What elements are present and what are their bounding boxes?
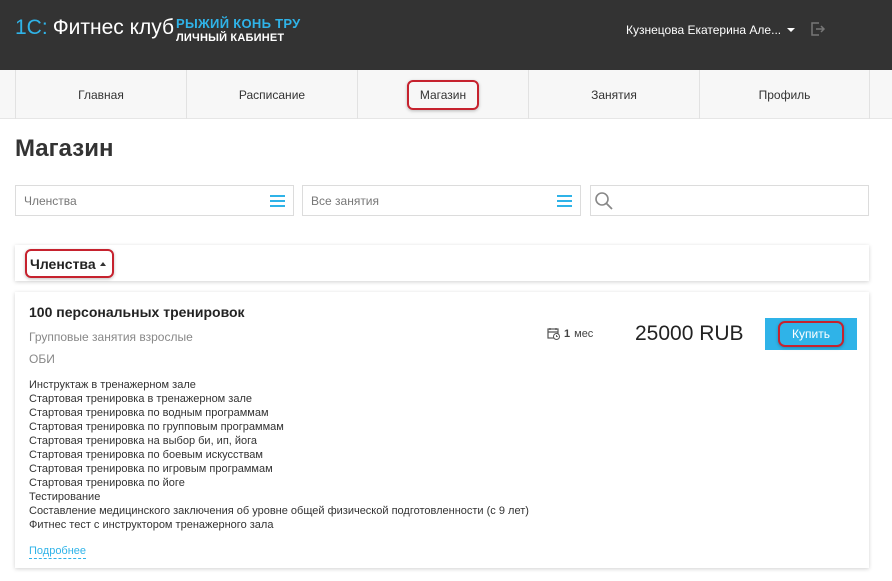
nav-item-schedule[interactable]: Расписание — [186, 70, 357, 119]
product-card: 100 персональных тренировок Групповые за… — [15, 292, 869, 568]
list-item: Стартовая тренировка в тренажерном зале — [29, 393, 253, 405]
club-block: РЫЖИЙ КОНЬ ТРУ ЛИЧНЫЙ КАБИНЕТ — [176, 16, 301, 46]
chevron-down-icon — [787, 28, 796, 32]
search-icon[interactable] — [594, 191, 614, 211]
nav-item-profile[interactable]: Профиль — [699, 70, 870, 119]
duration-unit: мес — [574, 327, 594, 340]
list-item: Тестирование — [29, 491, 101, 503]
nav-item-label: Расписание — [238, 87, 306, 102]
list-item: Составление медицинского заключения об у… — [29, 505, 529, 517]
more-details-link[interactable]: Подробнее — [29, 545, 87, 559]
product-title: 100 персональных тренировок — [29, 304, 245, 320]
list-item: Стартовая тренировка на выбор би, ип, йо… — [29, 435, 258, 447]
list-item: Стартовая тренировка по игровым программ… — [29, 463, 273, 475]
calendar-clock-icon — [547, 328, 560, 340]
cabinet-label: ЛИЧНЫЙ КАБИНЕТ — [176, 32, 285, 44]
app-logo[interactable]: 1С: Фитнес клуб — [15, 16, 174, 40]
logo-text: Фитнес клуб — [52, 16, 175, 39]
main-nav: Главная Расписание Магазин Занятия Профи… — [0, 70, 892, 119]
list-item: Инструктаж в тренажерном зале — [29, 379, 196, 391]
logo-prefix: 1С: — [15, 16, 48, 39]
activity-select-value: Все занятия — [311, 193, 380, 208]
section-header: Членства — [15, 245, 869, 281]
services-list: Инструктаж в тренажерном зале Стартовая … — [29, 378, 529, 532]
nav-item-label: Занятия — [591, 87, 637, 102]
top-bar: 1С: Фитнес клуб РЫЖИЙ КОНЬ ТРУ ЛИЧНЫЙ КАБ… — [0, 0, 892, 70]
search-box — [590, 185, 869, 216]
caret-up-icon — [99, 261, 106, 266]
product-category: Групповые занятия взрослые — [29, 330, 193, 344]
list-item: Фитнес тест с инструктором тренажерного … — [29, 519, 274, 531]
category-select-value: Членства — [24, 193, 77, 208]
list-item: Стартовая тренировка по водным программа… — [29, 407, 269, 419]
club-name: РЫЖИЙ КОНЬ ТРУ — [176, 16, 301, 31]
buy-button[interactable]: Купить — [778, 321, 844, 347]
page-title: Магазин — [15, 135, 114, 162]
search-input[interactable] — [617, 186, 867, 215]
nav-item-home[interactable]: Главная — [15, 70, 186, 119]
nav-item-label: Профиль — [758, 87, 811, 102]
nav-item-label: Главная — [78, 87, 124, 102]
list-item: Стартовая тренировка по боевым искусства… — [29, 449, 263, 461]
activity-select[interactable]: Все занятия — [302, 185, 581, 216]
buy-button-container: Купить — [765, 318, 857, 350]
product-duration: 1 мес — [547, 327, 593, 340]
category-select[interactable]: Членства — [15, 185, 294, 216]
nav-item-label: Магазин — [406, 79, 480, 110]
product-price: 25000 RUB — [635, 322, 744, 345]
product-club: ОБИ — [29, 352, 55, 366]
menu-icon — [270, 195, 285, 207]
nav-item-classes[interactable]: Занятия — [528, 70, 699, 119]
list-item: Стартовая тренировка по йоге — [29, 477, 185, 489]
user-name: Кузнецова Екатерина Але... — [626, 23, 782, 37]
menu-icon — [557, 195, 572, 207]
user-menu[interactable]: Кузнецова Екатерина Але... — [626, 23, 796, 37]
logout-icon[interactable] — [810, 21, 826, 37]
section-toggle[interactable]: Членства — [25, 249, 114, 278]
duration-value: 1 — [564, 327, 571, 340]
section-title: Членства — [30, 255, 96, 272]
list-item: Стартовая тренировка по групповым програ… — [29, 421, 284, 433]
nav-item-shop[interactable]: Магазин — [357, 70, 528, 119]
